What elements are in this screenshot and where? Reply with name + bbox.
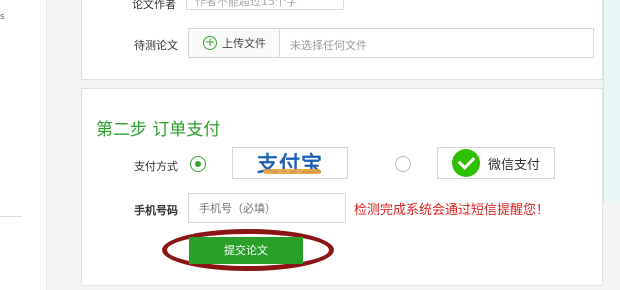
upload-button-label: 上传文件	[222, 37, 266, 50]
phone-label: 手机号码	[134, 204, 178, 217]
upload-label: 待测论文	[134, 39, 178, 52]
wechat-icon	[451, 149, 480, 177]
sms-notice: 检测完成系统会通过短信提醒您！	[354, 203, 550, 218]
alipay-radio[interactable]	[190, 156, 206, 172]
alipay-option[interactable]: 支付宝	[232, 147, 348, 179]
upload-row: 待测论文 + 上传文件 未选择任何文件	[82, 28, 604, 58]
payment-method-label: 支付方式	[134, 160, 178, 173]
sidebar-glyph: s	[0, 12, 5, 22]
left-sidebar: s	[0, 0, 47, 290]
wechat-pay-option[interactable]: 微信支付	[437, 147, 555, 179]
submit-paper-button[interactable]: 提交论文	[189, 237, 303, 264]
phone-input[interactable]	[188, 193, 346, 223]
alipay-logo-swoosh	[263, 169, 321, 174]
step-title: 第二步 订单支付	[96, 120, 221, 140]
sidebar-divider	[0, 216, 22, 217]
selected-file-field: 未选择任何文件	[280, 28, 594, 58]
page: s 论文作者 作者不能超过15个字 待测论文 + 上传文件 未选择任何文件 第二…	[0, 0, 620, 290]
wechat-pay-label: 微信支付	[487, 157, 540, 173]
order-payment-card: 第二步 订单支付 支付方式 支付宝 微信支付 手机号码 检测完成系统会通过短信提…	[81, 88, 603, 286]
wechat-pay-radio[interactable]	[395, 156, 411, 172]
upload-file-button[interactable]: + 上传文件	[188, 28, 280, 58]
author-input[interactable]: 作者不能超过15个字	[186, 0, 344, 10]
author-label: 论文作者	[132, 0, 176, 11]
submit-area: 提交论文	[162, 229, 334, 271]
plus-circle-icon: +	[203, 35, 217, 50]
paper-info-card: 论文作者 作者不能超过15个字 待测论文 + 上传文件 未选择任何文件	[81, 0, 603, 80]
payment-method-row: 支付方式 支付宝 微信支付	[82, 147, 604, 181]
right-side-panel	[603, 0, 620, 202]
phone-row: 手机号码 检测完成系统会通过短信提醒您！	[82, 193, 604, 223]
alipay-logo: 支付宝	[257, 148, 323, 178]
